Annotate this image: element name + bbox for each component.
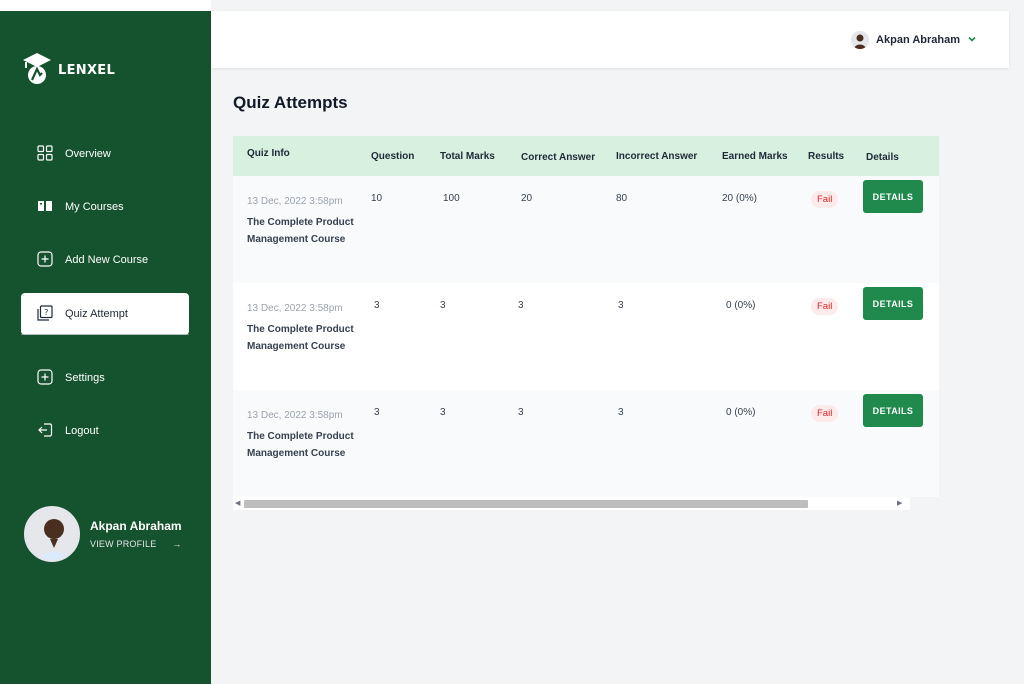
table-header: Quiz Info Question Total Marks Correct A… xyxy=(233,136,939,176)
scroll-left-icon[interactable]: ◀ xyxy=(235,499,240,507)
brand[interactable]: LENXEL xyxy=(22,51,115,90)
user-name: Akpan Abraham xyxy=(876,34,960,46)
column-header: Question xyxy=(371,151,415,162)
incorrect-answers: 3 xyxy=(618,407,624,418)
avatar xyxy=(851,31,870,49)
incorrect-answers: 80 xyxy=(616,193,628,204)
graduation-cap-icon xyxy=(22,51,52,90)
sidebar-item-quiz-attempt[interactable]: ? Quiz Attempt xyxy=(21,293,189,335)
column-header: Incorrect Answer xyxy=(616,151,698,162)
question-count: 3 xyxy=(374,300,380,311)
sidebar-divider xyxy=(21,334,189,335)
total-marks: 100 xyxy=(443,193,460,204)
quiz-attempts-table: Quiz Info Question Total Marks Correct A… xyxy=(233,136,939,497)
sidebar-item-label: Add New Course xyxy=(65,254,149,266)
sidebar-item-label: My Courses xyxy=(65,201,124,213)
details-button[interactable]: DETAILS xyxy=(863,180,923,213)
user-menu[interactable]: Akpan Abraham xyxy=(851,31,977,49)
horizontal-scrollbar[interactable]: ◀ ▶ xyxy=(233,497,910,510)
column-header: Correct Answer xyxy=(521,152,596,163)
details-button[interactable]: DETAILS xyxy=(863,287,923,320)
attempt-date: 13 Dec, 2022 3:58pm xyxy=(247,196,343,207)
avatar[interactable] xyxy=(24,506,80,562)
incorrect-answers: 3 xyxy=(618,300,624,311)
status-badge: Fail xyxy=(811,191,839,208)
earned-marks: 0 (0%) xyxy=(726,300,756,311)
quiz-icon: ? xyxy=(37,304,53,324)
plus-square-icon xyxy=(37,368,53,388)
table-row: 13 Dec, 2022 3:58pm The Complete Product… xyxy=(233,176,939,283)
sidebar-item-logout[interactable]: Logout xyxy=(21,410,189,452)
svg-text:?: ? xyxy=(44,308,48,317)
total-marks: 3 xyxy=(440,407,446,418)
grid-icon xyxy=(37,144,53,164)
app: LENXEL Overview My Courses Add New Cours… xyxy=(0,0,1024,684)
earned-marks: 20 (0%) xyxy=(722,193,758,204)
course-title: The Complete Product Management Course xyxy=(247,431,354,459)
sidebar-item-my-courses[interactable]: My Courses xyxy=(21,186,189,228)
details-button[interactable]: DETAILS xyxy=(863,394,923,427)
attempt-date: 13 Dec, 2022 3:58pm xyxy=(247,410,343,421)
page-title: Quiz Attempts xyxy=(233,93,348,112)
question-count: 3 xyxy=(374,407,380,418)
brand-name: LENXEL xyxy=(58,63,116,78)
sidebar-item-label: Quiz Attempt xyxy=(65,308,128,320)
logout-icon xyxy=(37,422,53,441)
column-header: Details xyxy=(866,152,899,163)
total-marks: 3 xyxy=(440,300,446,311)
view-profile-label: VIEW PROFILE xyxy=(90,539,157,549)
correct-answers: 3 xyxy=(518,407,524,418)
profile-name: Akpan Abraham xyxy=(90,519,182,533)
correct-answers: 20 xyxy=(521,193,533,204)
sidebar-item-label: Settings xyxy=(65,372,105,384)
topbar: Akpan Abraham xyxy=(211,11,1009,68)
sidebar-item-label: Overview xyxy=(65,148,111,160)
course-title: The Complete Product Management Course xyxy=(247,324,354,352)
sidebar-item-label: Logout xyxy=(65,425,99,437)
view-profile-link[interactable]: VIEW PROFILE → xyxy=(90,539,182,549)
sidebar-item-settings[interactable]: Settings xyxy=(21,357,189,399)
sidebar: LENXEL Overview My Courses Add New Cours… xyxy=(0,11,211,684)
sidebar-item-overview[interactable]: Overview xyxy=(21,133,189,175)
table-row: 13 Dec, 2022 3:58pm The Complete Product… xyxy=(233,390,939,497)
main-content: Akpan Abraham Quiz Attempts Quiz Info Qu… xyxy=(211,0,1024,684)
sidebar-profile: Akpan Abraham VIEW PROFILE → xyxy=(24,506,182,562)
sidebar-item-add-new-course[interactable]: Add New Course xyxy=(21,239,189,281)
scrollbar-thumb[interactable] xyxy=(244,500,808,508)
attempt-date: 13 Dec, 2022 3:58pm xyxy=(247,303,343,314)
status-badge: Fail xyxy=(811,405,839,422)
earned-marks: 0 (0%) xyxy=(726,407,756,418)
question-count: 10 xyxy=(371,193,383,204)
chevron-down-icon[interactable] xyxy=(967,34,977,47)
book-icon xyxy=(37,198,53,217)
plus-square-icon xyxy=(37,250,53,270)
course-title: The Complete Product Management Course xyxy=(247,217,354,245)
correct-answers: 3 xyxy=(518,300,524,311)
scroll-right-icon[interactable]: ▶ xyxy=(897,499,902,507)
column-header: Earned Marks xyxy=(722,151,788,162)
column-header: Results xyxy=(808,151,845,162)
table-row: 13 Dec, 2022 3:58pm The Complete Product… xyxy=(233,283,939,390)
column-header: Total Marks xyxy=(440,151,495,162)
arrow-right-icon: → xyxy=(172,539,182,549)
column-header: Quiz Info xyxy=(247,148,290,159)
status-badge: Fail xyxy=(811,298,839,315)
